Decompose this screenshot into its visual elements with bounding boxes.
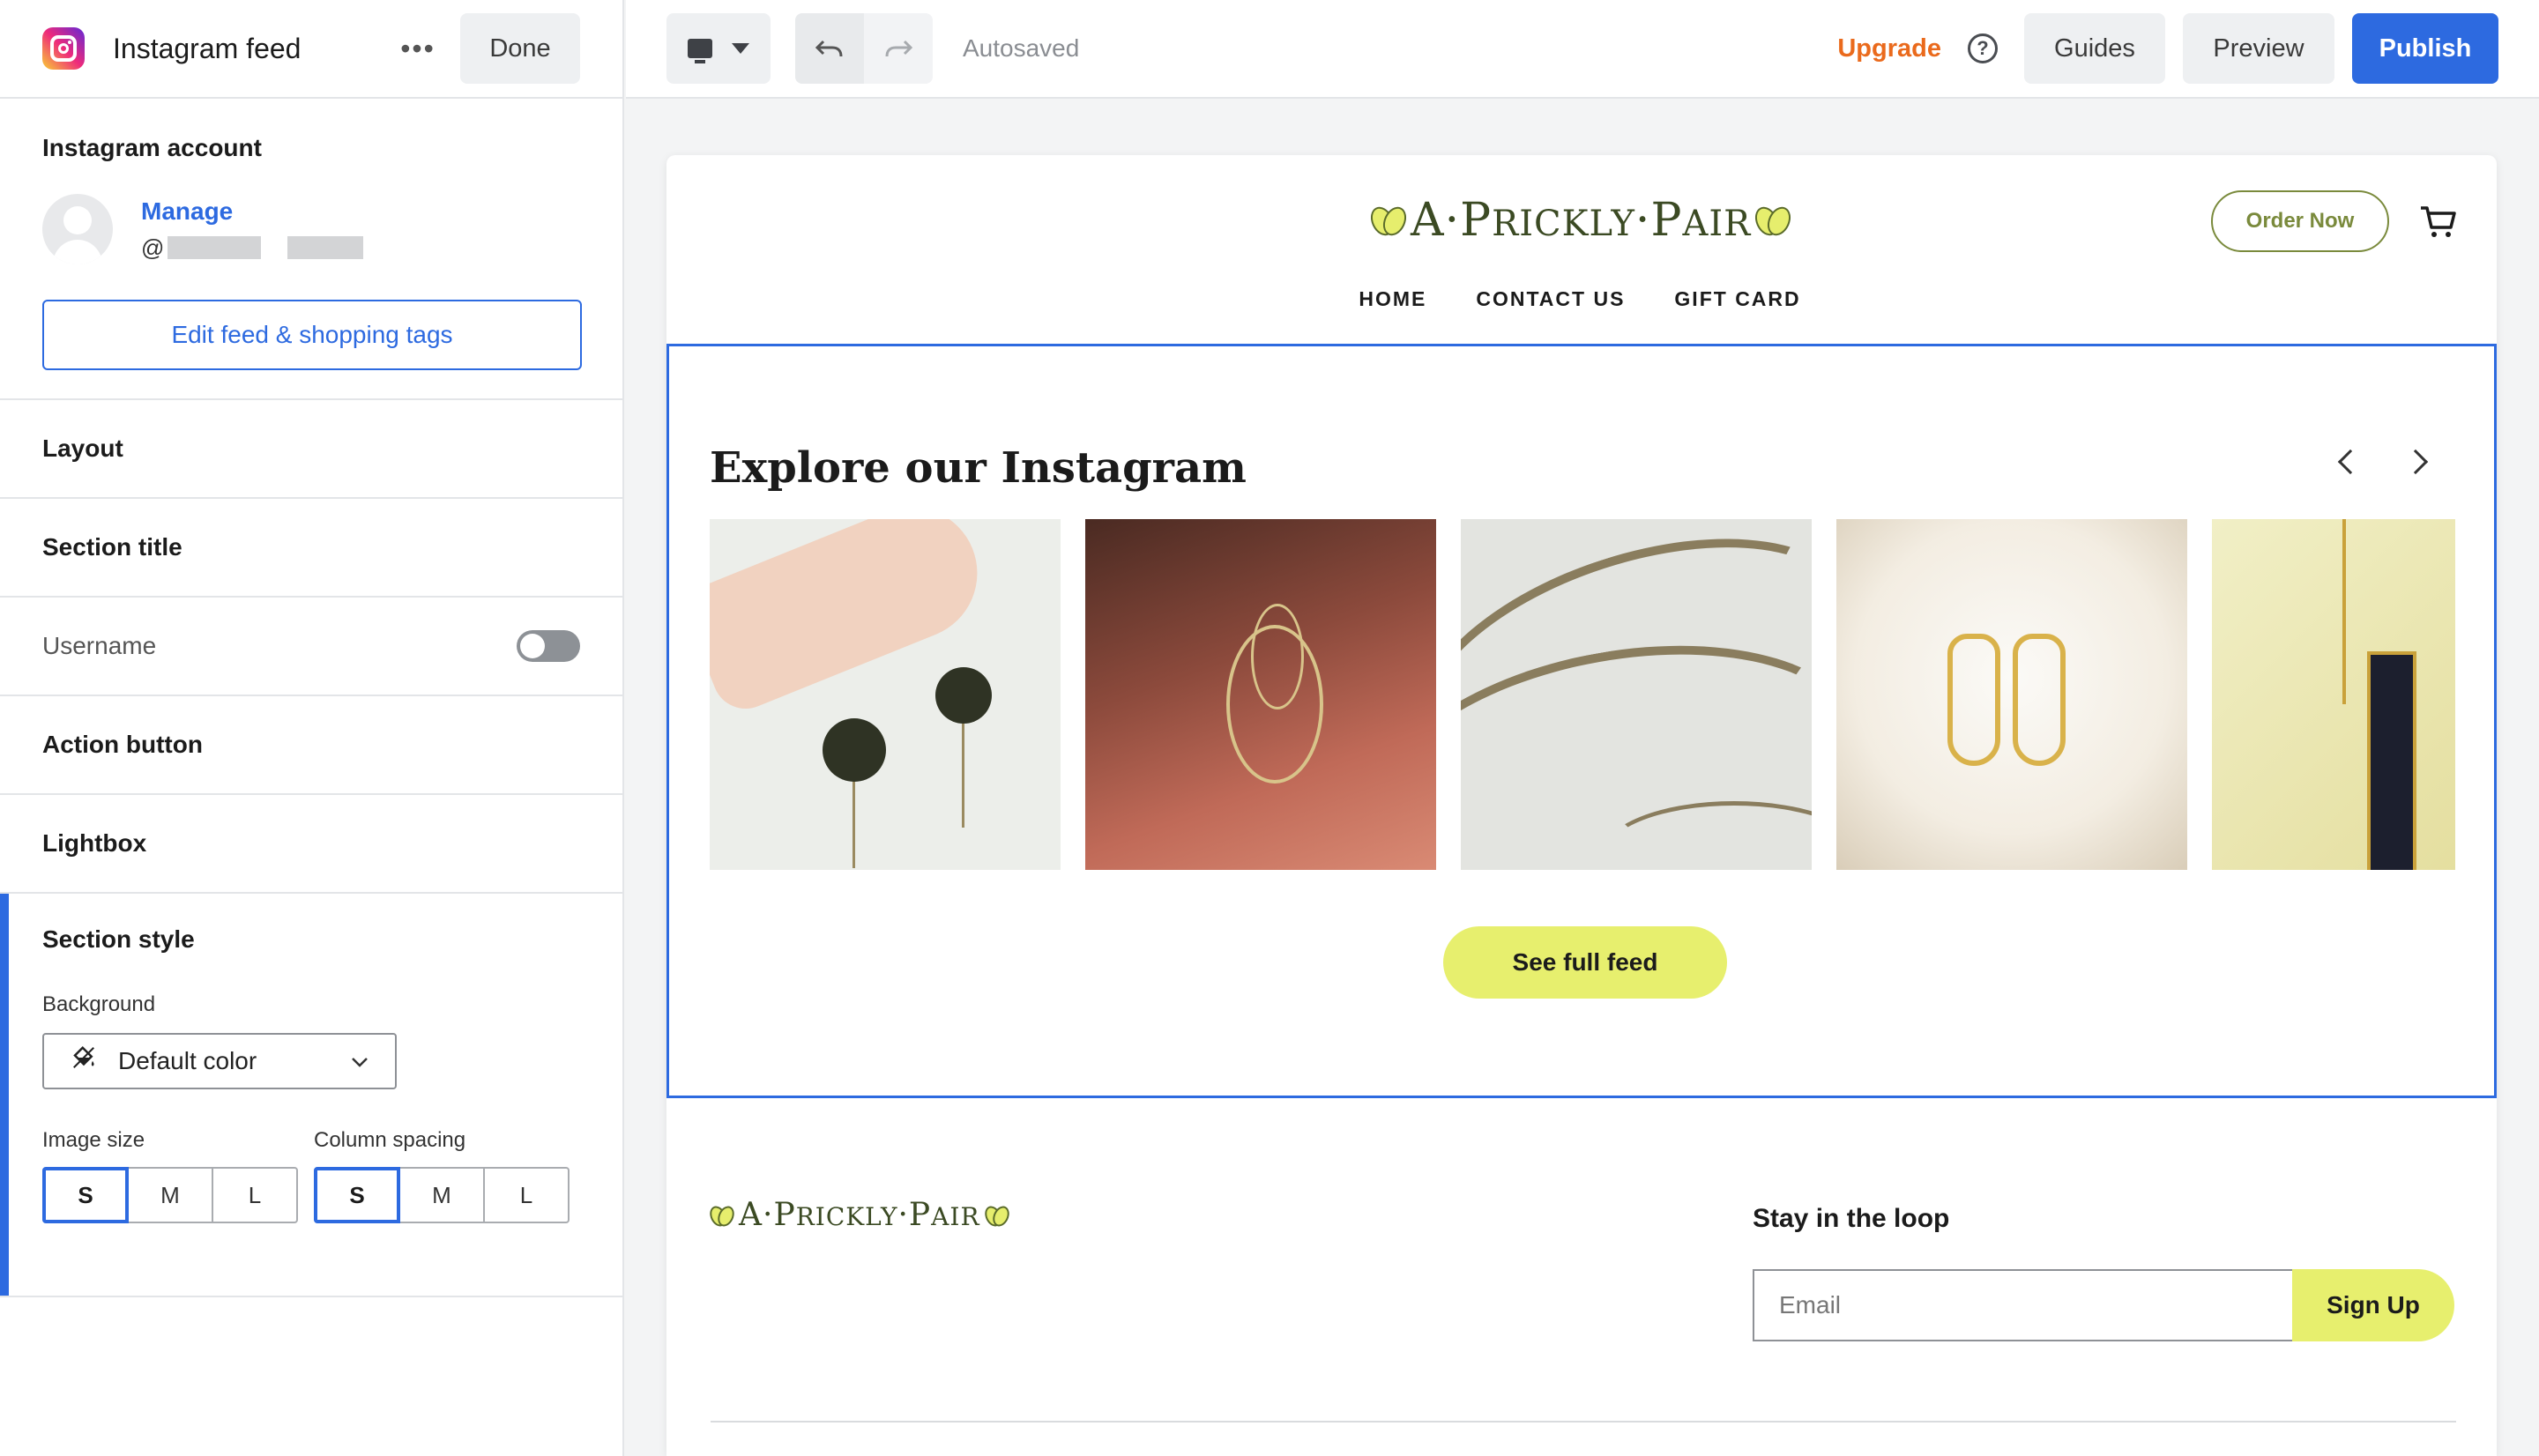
username-toggle[interactable] [517,630,580,662]
column-spacing-segmented-control: S M L [314,1167,570,1223]
bee-logo-icon [986,1202,1009,1229]
image-size-label: Image size [42,1128,145,1152]
image-size-segmented-control: S M L [42,1167,298,1223]
sidebar-item-label: Section title [42,533,182,561]
edit-feed-button[interactable]: Edit feed & shopping tags [42,300,582,370]
instagram-section-title: Explore our Instagram [710,443,1247,493]
instagram-photo[interactable] [1461,519,1812,870]
redacted-handle [287,236,364,259]
sidebar-item-label: Action button [42,731,203,758]
column-spacing-label: Column spacing [314,1128,466,1152]
footer-wordmark: A·PRICKLY·PAIR [739,1197,980,1233]
account-row: Manage @ [42,194,580,264]
image-size-group: Image size S M L [42,1128,298,1223]
image-size-l[interactable]: L [212,1167,298,1223]
redo-icon[interactable] [864,13,933,84]
sidebar-item-label: Lightbox [42,829,147,857]
avatar [42,194,113,264]
instagram-photo-row [710,519,2455,870]
sidebar-title: Instagram feed [113,32,302,64]
image-size-s[interactable]: S [42,1167,129,1223]
account-text: Manage @ [141,197,364,262]
instagram-photo[interactable] [2212,519,2455,870]
order-now-button[interactable]: Order Now [2211,190,2389,252]
sign-up-button[interactable]: Sign Up [2292,1269,2454,1341]
brand-wordmark: A·PRICKLY·PAIR [1411,194,1752,247]
instagram-photo[interactable] [710,519,1061,870]
settings-sidebar: Instagram feed ••• Done Instagram accoun… [0,0,624,1456]
help-icon[interactable]: ? [1968,33,1998,63]
caret-down-icon [732,43,749,54]
sidebar-header: Instagram feed ••• Done [0,0,622,99]
chevron-left-icon[interactable] [2325,440,2369,484]
instagram-photo[interactable] [1836,519,2187,870]
column-spacing-m[interactable]: M [398,1167,485,1223]
device-switcher[interactable] [666,13,771,84]
sidebar-item-label: Username [42,632,157,659]
chevron-right-icon[interactable] [2397,440,2441,484]
guides-button[interactable]: Guides [2024,13,2165,84]
sidebar-item-lightbox[interactable]: Lightbox [0,795,622,894]
sidebar-item-action-button[interactable]: Action button [0,696,622,795]
autosave-status: Autosaved [963,34,1080,62]
column-spacing-l[interactable]: L [483,1167,570,1223]
sidebar-item-layout[interactable]: Layout [0,400,622,499]
preview-button[interactable]: Preview [2183,13,2334,84]
newsletter-title: Stay in the loop [1753,1204,1950,1233]
instagram-account-section: Instagram account Manage @ Edit feed & s… [0,99,622,400]
instagram-photo[interactable] [1085,519,1436,870]
site-nav: HOME CONTACT US GIFT CARD [666,287,2497,311]
manage-link[interactable]: Manage [141,197,363,226]
sidebar-item-username: Username [0,598,622,696]
upgrade-link[interactable]: Upgrade [1837,34,1941,63]
bee-logo-icon [1372,201,1405,240]
sidebar-item-label: Layout [42,435,123,462]
background-label: Background [42,992,156,1016]
cart-icon[interactable] [2419,204,2458,240]
instagram-account-label: Instagram account [42,134,262,161]
footer-divider [711,1421,2456,1423]
nav-home[interactable]: HOME [1359,287,1426,311]
chevron-down-icon [351,1050,369,1073]
redacted-handle [168,236,262,259]
undo-redo-group [795,13,933,84]
publish-button[interactable]: Publish [2352,13,2498,84]
site-preview-canvas: A·PRICKLY·PAIR Order Now HOME CONTACT US… [666,155,2497,1456]
sidebar-item-section-title[interactable]: Section title [0,499,622,598]
size-spacing-controls: Image size S M L Column spacing S M L [42,1128,580,1223]
background-select[interactable]: Default color [42,1033,397,1089]
nav-gift-card[interactable]: GIFT CARD [1674,287,1800,311]
see-full-feed-button[interactable]: See full feed [1443,926,1727,999]
done-button[interactable]: Done [460,13,580,84]
site-footer: A·PRICKLY·PAIR Stay in the loop Sign Up [666,1098,2497,1451]
undo-icon[interactable] [795,13,864,84]
instagram-icon [42,27,85,70]
bee-logo-icon [711,1202,733,1229]
image-size-m[interactable]: M [127,1167,213,1223]
instagram-feed-section[interactable]: Explore our Instagram See full feed [666,344,2497,1098]
site-logo[interactable]: A·PRICKLY·PAIR [1372,194,1791,247]
bee-logo-icon [1756,201,1790,240]
desktop-icon [688,39,712,63]
email-input[interactable] [1753,1269,2294,1341]
column-spacing-s[interactable]: S [314,1167,400,1223]
active-section-indicator [0,894,9,1296]
handle-prefix: @ [141,234,165,261]
site-header: A·PRICKLY·PAIR Order Now HOME CONTACT US… [666,155,2497,347]
more-options-icon[interactable]: ••• [397,27,439,70]
paint-bucket-icon [71,1044,101,1078]
account-handle: @ [141,234,364,262]
nav-contact-us[interactable]: CONTACT US [1476,287,1625,311]
column-spacing-group: Column spacing S M L [314,1128,570,1223]
section-style-panel: Section style Background Default color I… [0,894,622,1297]
footer-logo[interactable]: A·PRICKLY·PAIR [711,1197,1009,1233]
background-value: Default color [118,1047,257,1074]
section-style-label: Section style [42,925,195,953]
editor-toolbar: Autosaved Upgrade ? Guides Preview Publi… [626,0,2539,99]
